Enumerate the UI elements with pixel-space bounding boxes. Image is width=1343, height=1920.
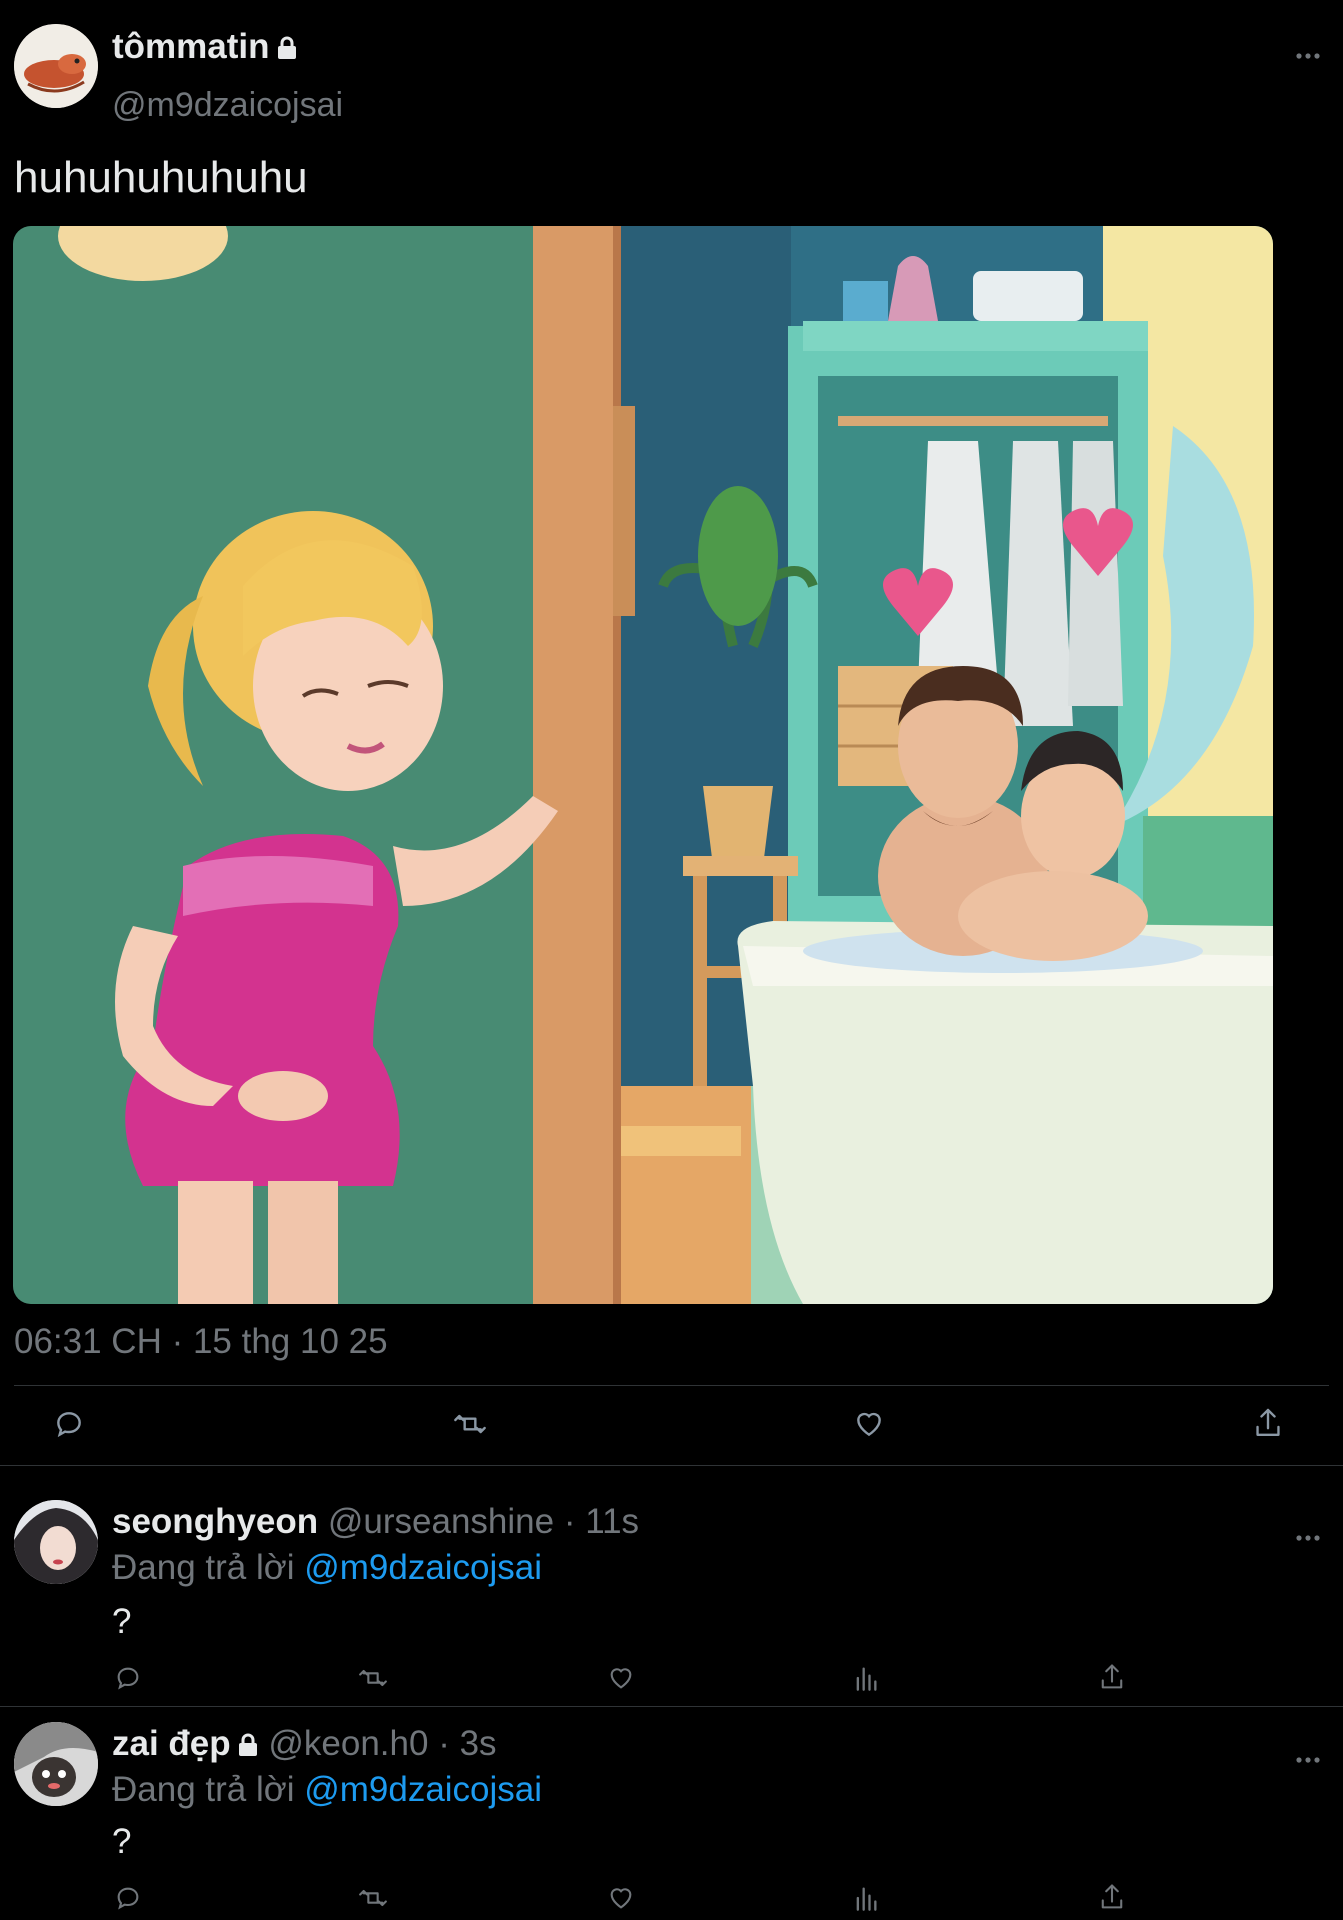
more-icon[interactable]	[1296, 36, 1320, 67]
reply-author-handle[interactable]: @keon.h0	[268, 1724, 428, 1763]
retweet-icon[interactable]	[357, 1884, 389, 1912]
share-icon[interactable]	[1098, 1662, 1126, 1692]
lock-icon	[237, 1724, 259, 1768]
reply-avatar[interactable]	[14, 1500, 98, 1584]
reply-author-name[interactable]: seonghyeon	[112, 1502, 318, 1541]
reply-time[interactable]: · 11s	[564, 1502, 639, 1541]
divider	[0, 1465, 1343, 1466]
author-name[interactable]: tômmatin	[112, 27, 270, 66]
reply-avatar[interactable]	[14, 1722, 98, 1806]
replying-to-link[interactable]: @m9dzaicojsai	[304, 1548, 542, 1587]
share-icon[interactable]	[1098, 1882, 1126, 1912]
reply-text: ?	[112, 1822, 132, 1861]
tweet-timestamp[interactable]: 06:31 CH · 15 thg 10 25	[14, 1320, 388, 1364]
like-icon[interactable]	[606, 1884, 636, 1912]
reply-author-name[interactable]: zai đẹp	[112, 1724, 231, 1763]
divider	[0, 1706, 1343, 1707]
author-handle[interactable]: @m9dzaicojsai	[112, 84, 343, 126]
more-icon[interactable]	[1296, 1740, 1320, 1771]
reply-author-handle[interactable]: @urseanshine	[328, 1502, 554, 1541]
replying-to-link[interactable]: @m9dzaicojsai	[304, 1770, 542, 1809]
replying-to-label: Đang trả lời	[112, 1770, 295, 1809]
like-icon[interactable]	[606, 1664, 636, 1692]
tweet-text: huhuhuhuhuhu	[14, 153, 308, 202]
author-avatar[interactable]	[14, 24, 98, 108]
retweet-icon[interactable]	[357, 1664, 389, 1692]
retweet-icon[interactable]	[452, 1408, 488, 1440]
reply-text: ?	[112, 1602, 132, 1641]
reply-icon[interactable]	[53, 1408, 85, 1440]
replying-to-label: Đang trả lời	[112, 1548, 295, 1587]
divider	[14, 1385, 1329, 1386]
tweet-media-image[interactable]	[13, 226, 1273, 1304]
views-icon[interactable]	[853, 1664, 879, 1692]
more-icon[interactable]	[1296, 1518, 1320, 1549]
reply-icon[interactable]	[114, 1884, 142, 1912]
like-icon[interactable]	[852, 1408, 886, 1440]
lock-icon	[276, 28, 298, 70]
reply-icon[interactable]	[114, 1664, 142, 1692]
reply-time[interactable]: · 3s	[438, 1724, 496, 1763]
share-icon[interactable]	[1252, 1406, 1284, 1440]
views-icon[interactable]	[853, 1884, 879, 1912]
